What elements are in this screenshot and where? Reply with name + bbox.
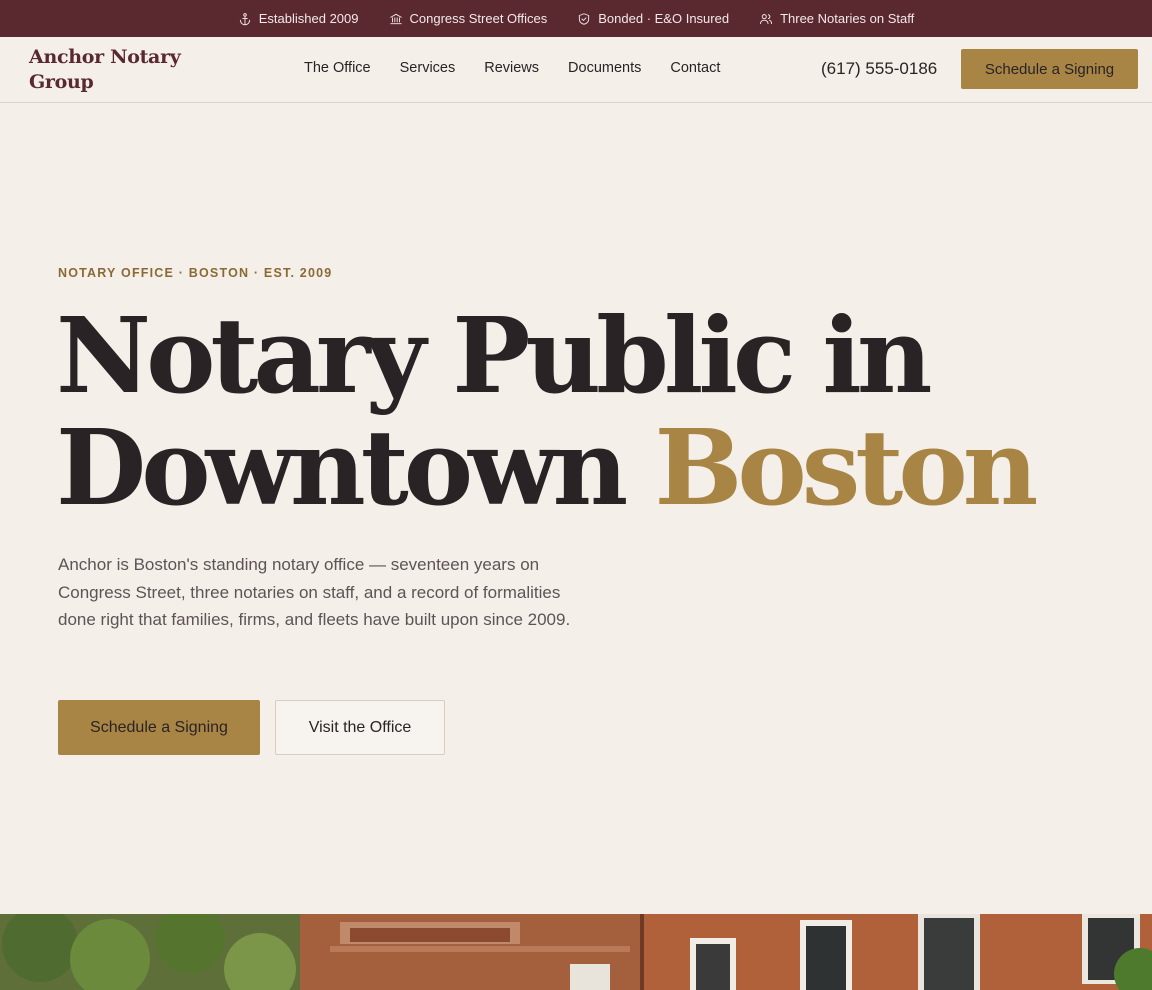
topbar-label: Established 2009 — [258, 11, 359, 26]
hero-headline: Notary Public in Downtown Boston — [56, 300, 1146, 524]
schedule-signing-button[interactable]: Schedule a Signing — [58, 700, 260, 755]
logo-line-2: Group — [29, 71, 94, 93]
logo-line-1: Anchor Notary — [29, 46, 181, 68]
building-photo-image — [0, 914, 1152, 990]
anchor-icon — [239, 12, 250, 25]
shield-check-icon — [579, 12, 590, 25]
topbar-item-staff: Three Notaries on Staff — [759, 11, 914, 26]
topbar-label: Bonded · E&O Insured — [598, 11, 730, 26]
phone-link[interactable]: (617) 555-0186 — [821, 59, 937, 79]
topbar-label: Three Notaries on Staff — [780, 11, 915, 26]
nav-item-office[interactable]: The Office — [304, 60, 371, 76]
users-icon — [760, 13, 773, 24]
nav-item-services[interactable]: Services — [400, 60, 456, 76]
hero-building-photo — [0, 914, 1152, 990]
header-schedule-button[interactable]: Schedule a Signing — [961, 49, 1138, 89]
main-nav: The Office Services Reviews Documents Co… — [304, 60, 720, 76]
headline-line-1: Notary Public in — [56, 294, 933, 417]
visit-office-button[interactable]: Visit the Office — [275, 700, 445, 755]
headline-main-word: Downtown — [56, 406, 628, 529]
topbar-item-established: Established 2009 — [238, 11, 359, 26]
hero-eyebrow: NOTARY OFFICE · BOSTON · EST. 2009 — [58, 266, 333, 280]
headline-accent-word: Boston — [654, 406, 1038, 529]
site-header: Anchor Notary Group The Office Services … — [0, 37, 1152, 103]
logo[interactable]: Anchor Notary Group — [29, 45, 189, 95]
nav-item-contact[interactable]: Contact — [670, 60, 720, 76]
topbar-label: Congress Street Offices — [409, 11, 548, 26]
nav-item-reviews[interactable]: Reviews — [484, 60, 539, 76]
hero-description: Anchor is Boston's standing notary offic… — [58, 555, 571, 629]
nav-item-documents[interactable]: Documents — [568, 60, 641, 76]
topbar-item-offices: Congress Street Offices — [389, 11, 548, 26]
top-info-bar: Established 2009 Congress Street Offices… — [0, 0, 1152, 37]
headline-line-2: Downtown Boston — [56, 412, 1146, 524]
bank-icon — [389, 13, 402, 24]
topbar-item-insured: Bonded · E&O Insured — [577, 11, 729, 26]
